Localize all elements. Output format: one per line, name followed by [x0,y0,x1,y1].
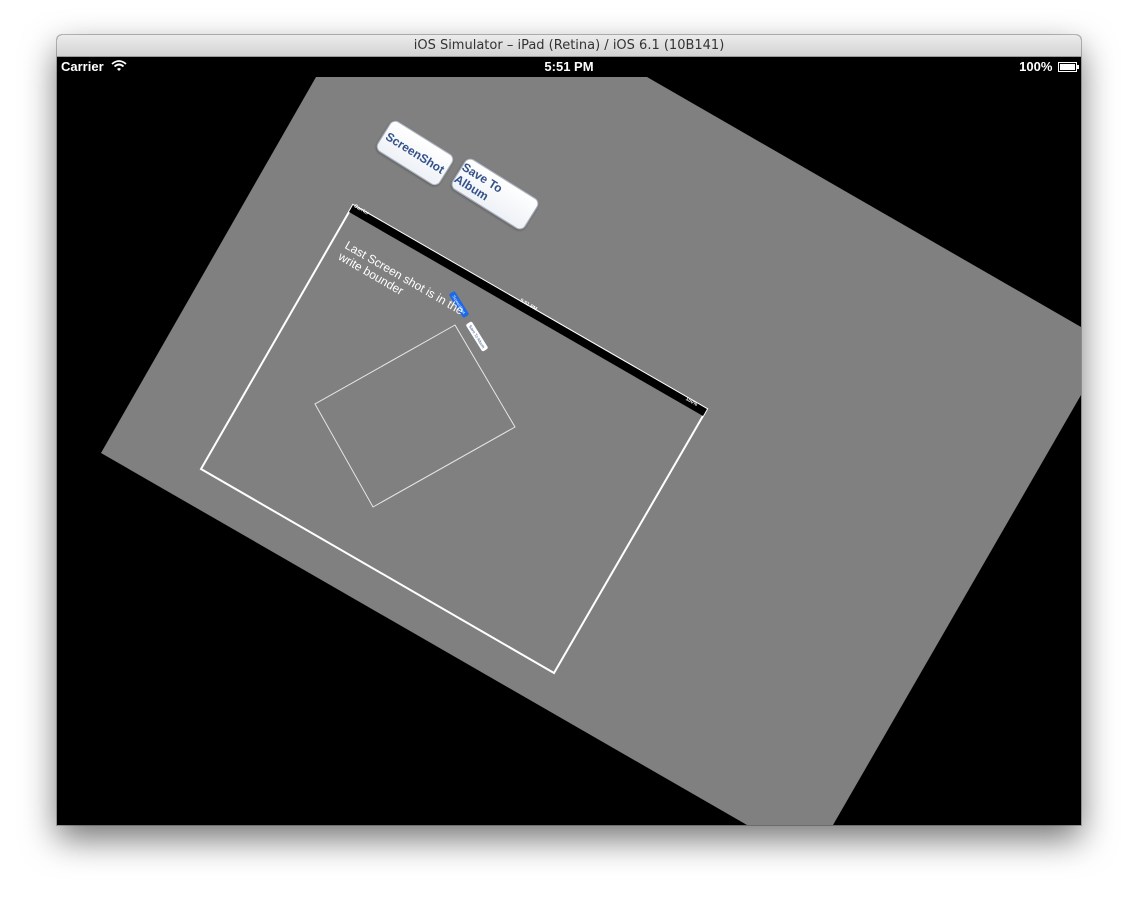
battery-group: 100% [1019,59,1079,74]
simulator-window: iOS Simulator – iPad (Retina) / iOS 6.1 … [57,35,1081,825]
ipad-screen: Carrier 5:51 PM 100% ScreenShot Save To … [57,57,1081,825]
window-title: iOS Simulator – iPad (Retina) / iOS 6.1 … [413,38,725,53]
status-time: 5:51 PM [544,59,594,74]
scene-canvas [101,77,1081,825]
status-bar: Carrier 5:51 PM 100% [57,57,1081,77]
battery-icon [1058,62,1079,72]
rotated-view [101,77,1081,825]
window-title-bar[interactable]: iOS Simulator – iPad (Retina) / iOS 6.1 … [57,35,1081,57]
battery-label: 100% [1019,59,1053,74]
